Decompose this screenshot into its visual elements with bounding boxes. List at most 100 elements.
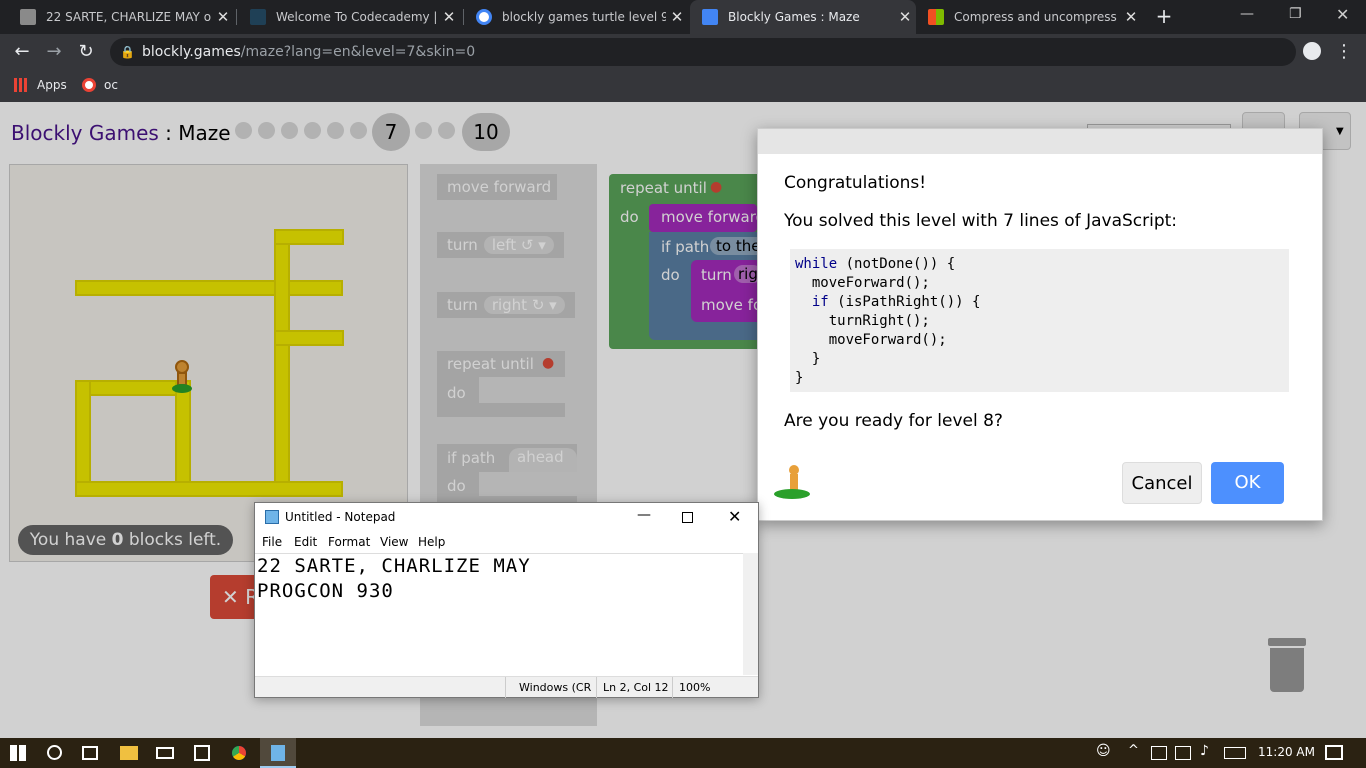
bookmark-label: Apps: [37, 78, 67, 92]
code-text: turnRight();: [795, 313, 930, 329]
microsoft-icon: [928, 9, 944, 25]
cancel-button[interactable]: Cancel: [1122, 462, 1202, 504]
dialog-lines-text: You solved this level with 7 lines of Ja…: [784, 211, 1178, 231]
lock-icon: 🔒: [120, 45, 135, 59]
menu-file[interactable]: File: [262, 535, 282, 549]
profile-avatar-icon[interactable]: [1303, 42, 1321, 60]
tray-app-icon[interactable]: [1151, 746, 1167, 760]
task-view-icon[interactable]: [82, 746, 98, 760]
menu-view[interactable]: View: [380, 535, 408, 549]
tab-codecademy[interactable]: Welcome To Codecademy | Co ✕: [238, 0, 460, 34]
code-text: }: [795, 370, 804, 386]
notepad-icon: [271, 745, 285, 761]
store-icon[interactable]: [194, 745, 210, 761]
minimize-window-button[interactable]: —: [1240, 6, 1254, 22]
code-line: }: [795, 369, 1284, 388]
bookmark-oc[interactable]: oc: [82, 78, 118, 92]
tab-compress[interactable]: Compress and uncompress file ✕: [916, 0, 1142, 34]
code-line: while (notDone()) {: [795, 255, 1284, 274]
reload-icon[interactable]: ↻: [74, 34, 98, 70]
windows-taskbar: ☺ ^ ♪ 11:20 AM: [0, 738, 1366, 768]
close-button[interactable]: ✕: [728, 507, 741, 526]
chevron-up-icon[interactable]: ^: [1128, 743, 1139, 758]
forward-icon[interactable]: →: [42, 34, 66, 70]
tab-label: blockly games turtle level 9 and: [502, 10, 666, 24]
close-icon[interactable]: ✕: [1120, 8, 1142, 26]
status-zoom: 100%: [679, 681, 711, 694]
search-icon[interactable]: [47, 745, 62, 760]
notification-icon[interactable]: [1325, 745, 1343, 760]
menu-format[interactable]: Format: [328, 535, 370, 549]
maximize-button[interactable]: [682, 512, 693, 523]
classroom-icon: [20, 9, 36, 25]
menu-kebab-icon[interactable]: ⋮: [1332, 34, 1356, 70]
code-keyword: while: [795, 256, 838, 272]
mail-icon[interactable]: [156, 747, 174, 759]
code-line: if (isPathRight()) {: [795, 293, 1284, 312]
notepad-statusbar: Windows (CR Ln 2, Col 12 100%: [255, 676, 758, 698]
network-icon[interactable]: [1175, 746, 1191, 760]
bookmark-label: oc: [104, 78, 118, 92]
google-icon: [476, 9, 492, 25]
close-icon[interactable]: ✕: [894, 8, 916, 26]
code-text: (notDone()) {: [837, 256, 956, 272]
chrome-icon[interactable]: [231, 745, 247, 761]
bookmark-apps[interactable]: Apps: [14, 78, 67, 92]
tab-classroom[interactable]: 22 SARTE, CHARLIZE MAY on 2 ✕: [8, 0, 234, 34]
notepad-icon: [265, 510, 279, 524]
keyboard-icon[interactable]: [1224, 747, 1246, 759]
notepad-titlebar[interactable]: Untitled - Notepad — ✕: [255, 503, 758, 531]
bookmarks-bar: Apps oc: [0, 70, 1366, 102]
notepad-title: Untitled - Notepad: [285, 510, 396, 524]
code-line: turnRight();: [795, 312, 1284, 331]
url-host: blockly.games: [142, 44, 241, 60]
tab-blockly-maze[interactable]: Blockly Games : Maze ✕: [690, 0, 916, 34]
codecademy-icon: [250, 9, 266, 25]
start-icon[interactable]: [10, 745, 26, 761]
tab-label: Welcome To Codecademy | Co: [276, 10, 438, 24]
notepad-window: Untitled - Notepad — ✕ File Edit Format …: [254, 502, 759, 698]
tab-label: Blockly Games : Maze: [728, 10, 860, 24]
apps-grid-icon: [14, 78, 28, 92]
notepad-menubar: File Edit Format View Help: [255, 533, 758, 553]
ok-button[interactable]: OK: [1211, 462, 1284, 504]
tab-label: Compress and uncompress file: [954, 10, 1120, 24]
browser-tab-bar: 22 SARTE, CHARLIZE MAY on 2 ✕ Welcome To…: [0, 0, 1366, 34]
url-path: /maze?lang=en&level=7&skin=0: [240, 44, 476, 60]
restore-window-button[interactable]: ❐: [1289, 6, 1302, 22]
minimize-button[interactable]: —: [637, 507, 651, 523]
tab-label: 22 SARTE, CHARLIZE MAY on 2: [46, 10, 212, 24]
new-tab-button[interactable]: +: [1152, 4, 1176, 28]
address-bar[interactable]: 🔒 blockly.games/maze?lang=en&level=7&ski…: [110, 38, 1296, 66]
code-text: moveForward();: [795, 275, 930, 291]
close-icon[interactable]: ✕: [438, 8, 460, 26]
tab-google-search[interactable]: blockly games turtle level 9 and ✕: [464, 0, 688, 34]
menu-help[interactable]: Help: [418, 535, 445, 549]
close-window-button[interactable]: ✕: [1336, 5, 1349, 24]
text-line: 22 SARTE, CHARLIZE MAY: [257, 555, 531, 577]
file-explorer-icon[interactable]: [120, 746, 138, 760]
code-keyword: if: [795, 294, 829, 310]
vertical-scrollbar[interactable]: [743, 553, 758, 675]
notepad-text-area[interactable]: 22 SARTE, CHARLIZE MAY PROGCON 930: [255, 553, 745, 675]
back-icon[interactable]: ←: [10, 34, 34, 70]
close-icon[interactable]: ✕: [666, 8, 688, 26]
code-text: moveForward();: [795, 332, 947, 348]
status-encoding: Windows (CR: [519, 681, 592, 694]
status-position: Ln 2, Col 12: [603, 681, 669, 694]
dialog-question: Are you ready for level 8?: [784, 411, 1003, 431]
people-icon[interactable]: ☺: [1096, 743, 1111, 759]
javascript-code-block: while (notDone()) { moveForward(); if (i…: [790, 249, 1289, 392]
code-text: }: [795, 351, 821, 367]
volume-icon[interactable]: ♪: [1200, 743, 1209, 759]
google-icon: [82, 78, 96, 92]
code-line: moveForward();: [795, 331, 1284, 350]
close-icon[interactable]: ✕: [212, 8, 234, 26]
dialog-header[interactable]: [758, 129, 1322, 154]
code-line: }: [795, 350, 1284, 369]
code-text: (isPathRight()) {: [828, 294, 981, 310]
menu-edit[interactable]: Edit: [294, 535, 317, 549]
clock[interactable]: 11:20 AM: [1258, 745, 1315, 759]
pegman-icon: [774, 465, 814, 501]
text-line: PROGCON 930: [257, 580, 394, 602]
